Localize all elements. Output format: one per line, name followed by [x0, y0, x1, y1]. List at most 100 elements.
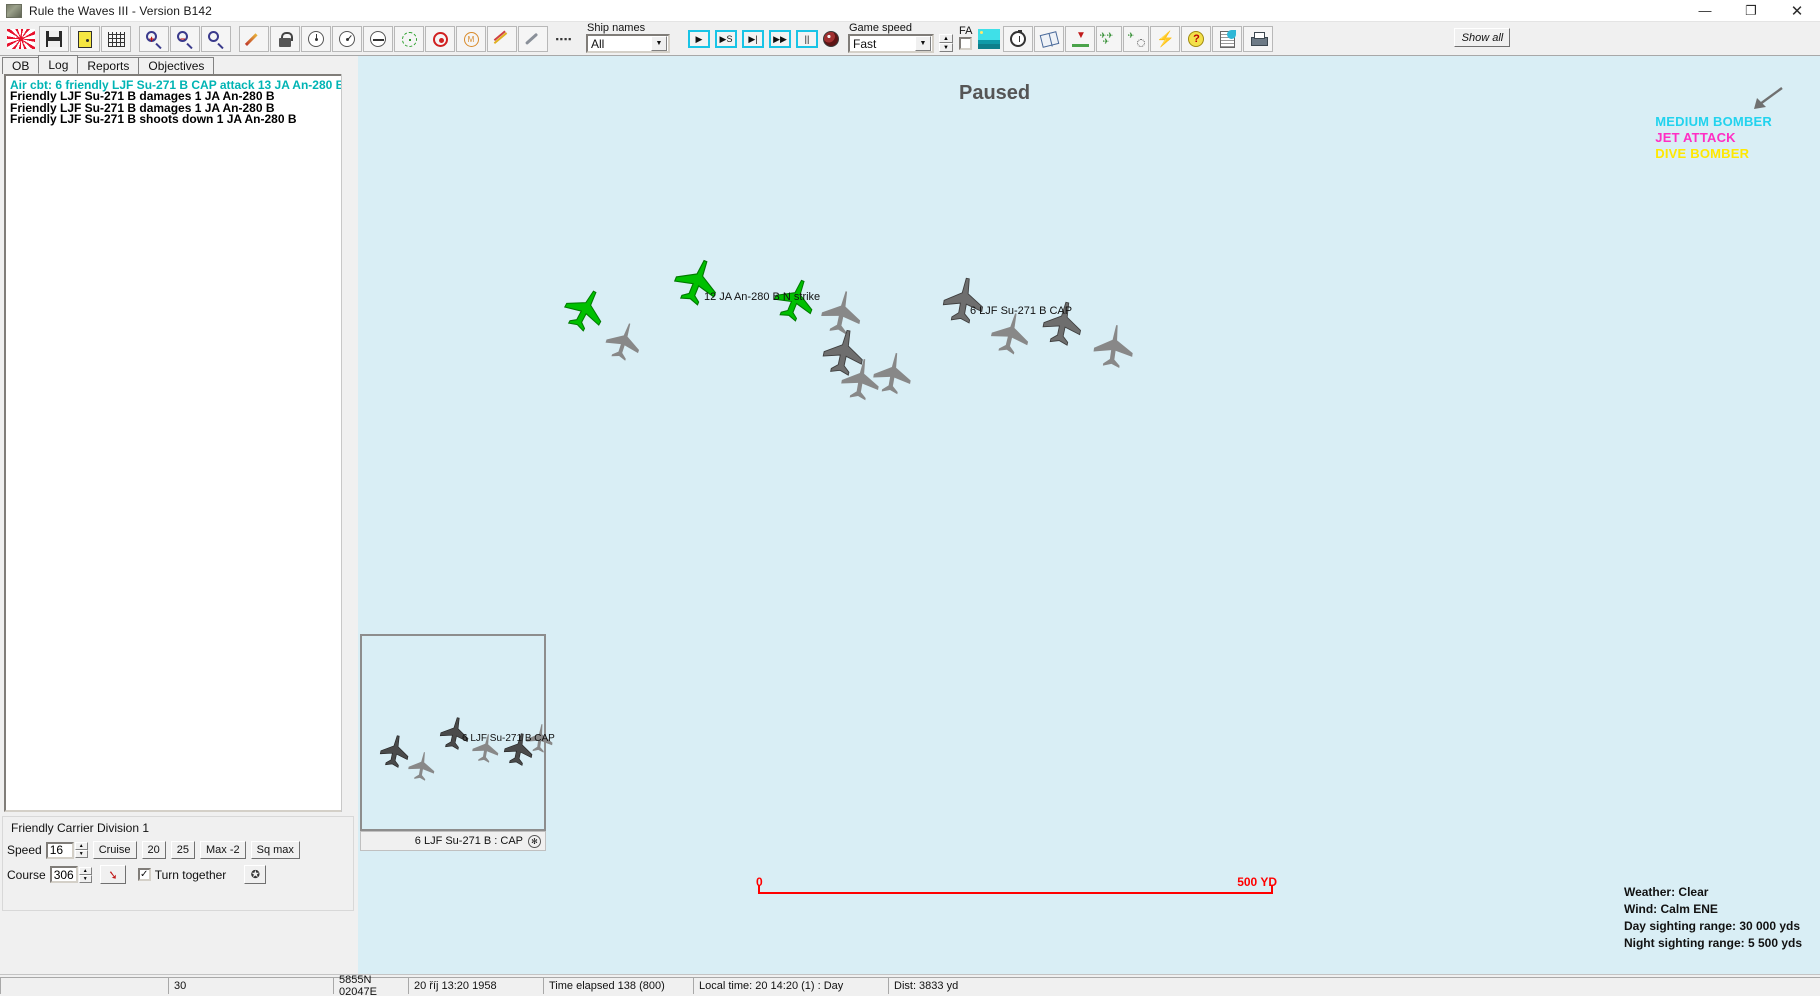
- friendly-fighter-icon[interactable]: [598, 315, 651, 368]
- window-controls: — ❐ ✕: [1682, 0, 1820, 22]
- dotted-track-icon[interactable]: ▪▪▪▪: [549, 26, 579, 52]
- help-icon[interactable]: ?: [1181, 26, 1212, 52]
- log-entry: Friendly LJF Su-271 B shoots down 1 JA A…: [10, 112, 297, 127]
- fast-forward-button[interactable]: ▶▶: [767, 26, 793, 52]
- course-up[interactable]: ▲: [78, 866, 92, 875]
- speed-up[interactable]: ▲: [74, 842, 88, 850]
- status-date: 20 říj 13:20 1958: [408, 977, 543, 994]
- close-button[interactable]: ✕: [1774, 0, 1820, 22]
- fa-checkbox[interactable]: [959, 37, 973, 50]
- tab-log[interactable]: Log: [38, 55, 79, 74]
- step-play-button[interactable]: ▶: [686, 26, 712, 52]
- game-speed-stepper[interactable]: ▲ ▼: [939, 34, 953, 52]
- grid-map-icon[interactable]: [101, 26, 131, 52]
- speed-down-arrow[interactable]: ▼: [939, 43, 953, 52]
- book-icon[interactable]: [1034, 26, 1065, 52]
- pencil-icon[interactable]: [239, 26, 269, 52]
- report-icon[interactable]: [1212, 26, 1243, 52]
- lock-icon[interactable]: [270, 26, 300, 52]
- lightning-icon[interactable]: ⚡: [1150, 26, 1181, 52]
- minimap-unit-label: 6 LJF Su-271 B CAP: [462, 733, 555, 744]
- map-scale-bar: 0 500 YD: [756, 872, 1277, 902]
- friendly-fighter-icon[interactable]: [1087, 319, 1141, 373]
- chevron-down-icon[interactable]: ▼: [915, 36, 931, 51]
- mine-circle-icon[interactable]: M: [456, 26, 486, 52]
- stopwatch-icon[interactable]: [1003, 26, 1034, 52]
- friendly-fighter-icon[interactable]: [1036, 296, 1091, 351]
- scale-start-label: 0: [756, 875, 763, 889]
- tactical-map[interactable]: Paused MEDIUM BOMBER JET ATTACK DIVE BOM…: [358, 56, 1820, 974]
- minimize-button[interactable]: —: [1682, 0, 1728, 22]
- ship-names-value: All: [591, 36, 605, 51]
- speed-preset-sqmax[interactable]: Sq max: [250, 841, 300, 859]
- day-sighting-range: Day sighting range: 30 000 yds: [1623, 919, 1801, 933]
- show-all-button[interactable]: Show all: [1454, 28, 1511, 47]
- print-icon[interactable]: [1243, 26, 1274, 52]
- compass-icon[interactable]: ✪: [244, 865, 267, 884]
- tab-objectives[interactable]: Objectives: [138, 57, 215, 74]
- step-5s-button[interactable]: ▶S: [713, 26, 739, 52]
- paused-indicator: Paused: [959, 82, 1031, 104]
- radio-icon[interactable]: [821, 26, 841, 52]
- course-down[interactable]: ▼: [78, 874, 92, 883]
- air-base-icon[interactable]: [1065, 26, 1096, 52]
- game-speed-group: Game speed Fast ▼: [848, 22, 934, 53]
- tab-bar: OB Log Reports Objectives: [2, 55, 215, 74]
- flag-icon[interactable]: [4, 26, 38, 52]
- status-distance: Dist: 3833 yd: [888, 977, 1820, 994]
- chevron-down-icon[interactable]: ▼: [651, 36, 667, 51]
- weather-info: Weather: Clear Wind: Calm ENE Day sighti…: [1624, 884, 1802, 952]
- zoom-in-icon[interactable]: +: [139, 26, 169, 52]
- maximize-button[interactable]: ❐: [1728, 0, 1774, 22]
- fa-toggle[interactable]: FA: [959, 26, 972, 50]
- set-course-cursor-icon[interactable]: [99, 865, 126, 884]
- turn-together-label: Turn together: [154, 867, 227, 882]
- tab-reports[interactable]: Reports: [77, 57, 140, 74]
- friendly-fighter-icon[interactable]: [834, 352, 887, 405]
- red-target-icon[interactable]: [425, 26, 455, 52]
- compass-clock-icon[interactable]: [301, 26, 331, 52]
- speed-preset-20[interactable]: 20: [141, 841, 166, 859]
- squadron-ops-icon[interactable]: ✈: [1123, 26, 1150, 52]
- speed-stepper[interactable]: ▲ ▼: [74, 842, 88, 858]
- speed-down[interactable]: ▼: [74, 850, 88, 858]
- cruise-button[interactable]: Cruise: [92, 841, 137, 859]
- log-list[interactable]: Air cbt: 6 friendly LJF Su-271 B CAP att…: [4, 74, 352, 812]
- step-frame-button[interactable]: ▶|: [740, 26, 766, 52]
- sea-state-icon[interactable]: [976, 26, 1003, 52]
- squadrons-icon[interactable]: ✈ ✈ ✈: [1096, 26, 1123, 52]
- course-stepper[interactable]: ▲ ▼: [78, 866, 92, 883]
- gear-icon[interactable]: ✻: [528, 834, 541, 848]
- minimap-inset[interactable]: 6 LJF Su-271 B CAP: [360, 634, 555, 831]
- log-scrollbar[interactable]: [341, 74, 354, 812]
- friendly-fighter-icon[interactable]: [936, 272, 992, 328]
- exit-door-icon[interactable]: [70, 26, 100, 52]
- torpedo-icon[interactable]: [363, 26, 393, 52]
- speed-preset-25[interactable]: 25: [170, 841, 195, 859]
- app-icon: [6, 3, 22, 18]
- friendly-fighter-icon[interactable]: [403, 747, 440, 784]
- application-window: Rule the Waves III - Version B142 — ❐ ✕ …: [0, 0, 1820, 996]
- course-input[interactable]: 306: [49, 866, 78, 883]
- speed-input[interactable]: 16: [45, 841, 74, 859]
- gun-range-icon[interactable]: [487, 26, 517, 52]
- enemy-bomber-icon[interactable]: [666, 251, 728, 313]
- game-speed-select[interactable]: Fast ▼: [848, 34, 934, 53]
- ship-names-select[interactable]: All ▼: [586, 34, 670, 53]
- zoom-fit-icon[interactable]: [201, 26, 231, 52]
- scale-line: [758, 892, 1273, 894]
- scale-end-label: 500 YD: [1237, 875, 1277, 889]
- turn-together-checkbox[interactable]: ✓ Turn together: [137, 867, 227, 882]
- status-position: 5855N 02047E: [333, 974, 408, 996]
- save-icon[interactable]: [39, 26, 69, 52]
- tab-ob[interactable]: OB: [2, 57, 40, 74]
- zoom-out-icon[interactable]: −: [170, 26, 200, 52]
- speed-label: Speed: [7, 843, 42, 857]
- speed-preset-max[interactable]: Max -2: [200, 841, 246, 859]
- pause-button[interactable]: ||: [794, 26, 820, 52]
- green-circle-icon[interactable]: [394, 26, 424, 52]
- ship-names-group: Ship names All ▼: [586, 22, 670, 53]
- speed-up-arrow[interactable]: ▲: [939, 34, 953, 43]
- torpedo-range-icon[interactable]: [518, 26, 548, 52]
- clock-icon[interactable]: [332, 26, 362, 52]
